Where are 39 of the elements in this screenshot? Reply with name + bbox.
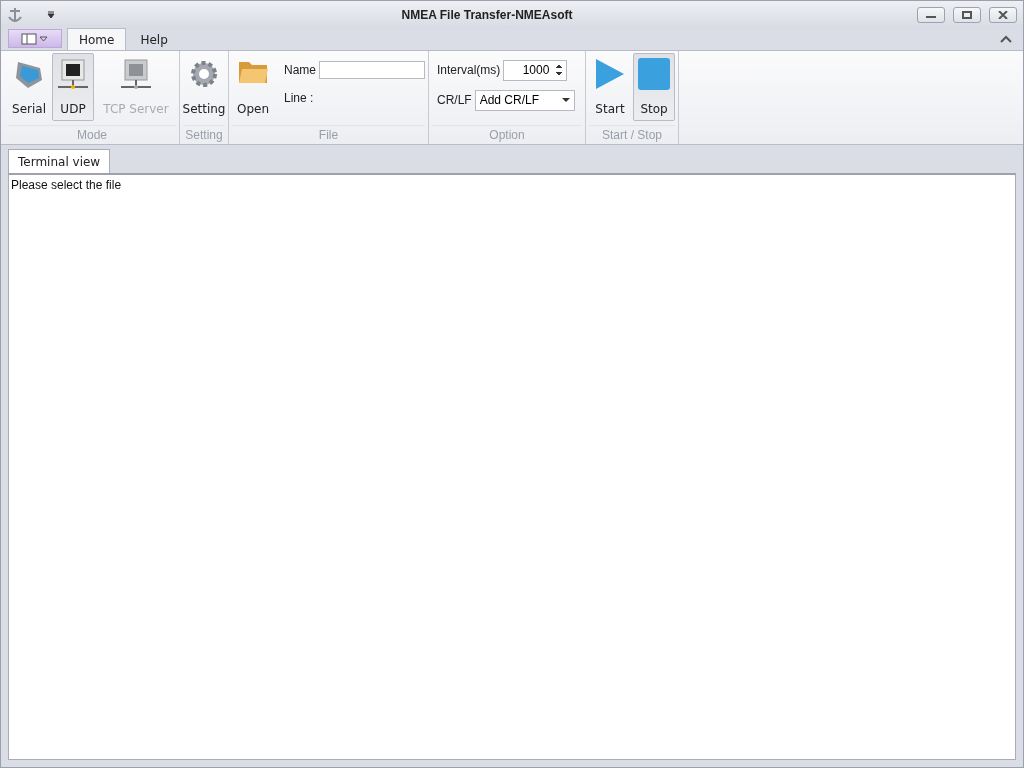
caret-icon	[561, 97, 570, 103]
crlf-dropdown[interactable]: Add CR/LF	[474, 89, 575, 111]
ribbon-tab[interactable]: Help	[128, 28, 180, 50]
ribbon-button[interactable]: Setting	[183, 53, 225, 121]
maximize-icon	[962, 10, 972, 19]
ribbon-button[interactable]: Serial	[8, 53, 50, 121]
play-icon	[594, 58, 626, 90]
group-caption: Setting	[183, 125, 225, 144]
group-caption: Mode	[8, 125, 176, 144]
terminal-text: Please select the file	[11, 178, 123, 192]
group-caption: File	[232, 125, 425, 144]
field-label: CR/LF	[437, 93, 472, 107]
window-title: NMEA File Transfer-NMEAsoft	[400, 7, 574, 22]
close-icon	[998, 10, 1008, 19]
field-label: Interval(ms)	[437, 63, 501, 77]
maximize-button[interactable]	[953, 6, 981, 23]
panel-menu-icon	[21, 32, 49, 45]
ribbon-button[interactable]: Start	[589, 53, 631, 121]
ribbon-button[interactable]: UDP	[52, 53, 94, 121]
network-port-icon	[56, 58, 90, 92]
stop-icon	[638, 58, 670, 90]
application-menu-button[interactable]	[8, 29, 62, 48]
network-port-icon	[119, 58, 153, 92]
document-tab[interactable]: Terminal view	[8, 149, 111, 173]
name-input[interactable]	[319, 61, 425, 79]
ribbon-tab[interactable]: Home	[67, 28, 127, 50]
settings-icon	[188, 58, 220, 90]
line-label: Line :	[284, 91, 314, 105]
collapse-ribbon-icon[interactable]	[1000, 35, 1012, 43]
group-caption: Start / Stop	[589, 125, 675, 144]
field-label: Name	[284, 63, 316, 77]
anchor-icon	[7, 5, 23, 24]
ribbon-button[interactable]: Open	[232, 53, 274, 121]
ribbon-button[interactable]: Stop	[633, 53, 675, 121]
close-button[interactable]	[989, 6, 1017, 23]
interval-spinbox[interactable]: 1000	[503, 59, 568, 81]
minimize-button[interactable]	[917, 6, 945, 23]
spin-arrows-icon	[555, 63, 564, 77]
group-caption: Option	[432, 125, 582, 144]
